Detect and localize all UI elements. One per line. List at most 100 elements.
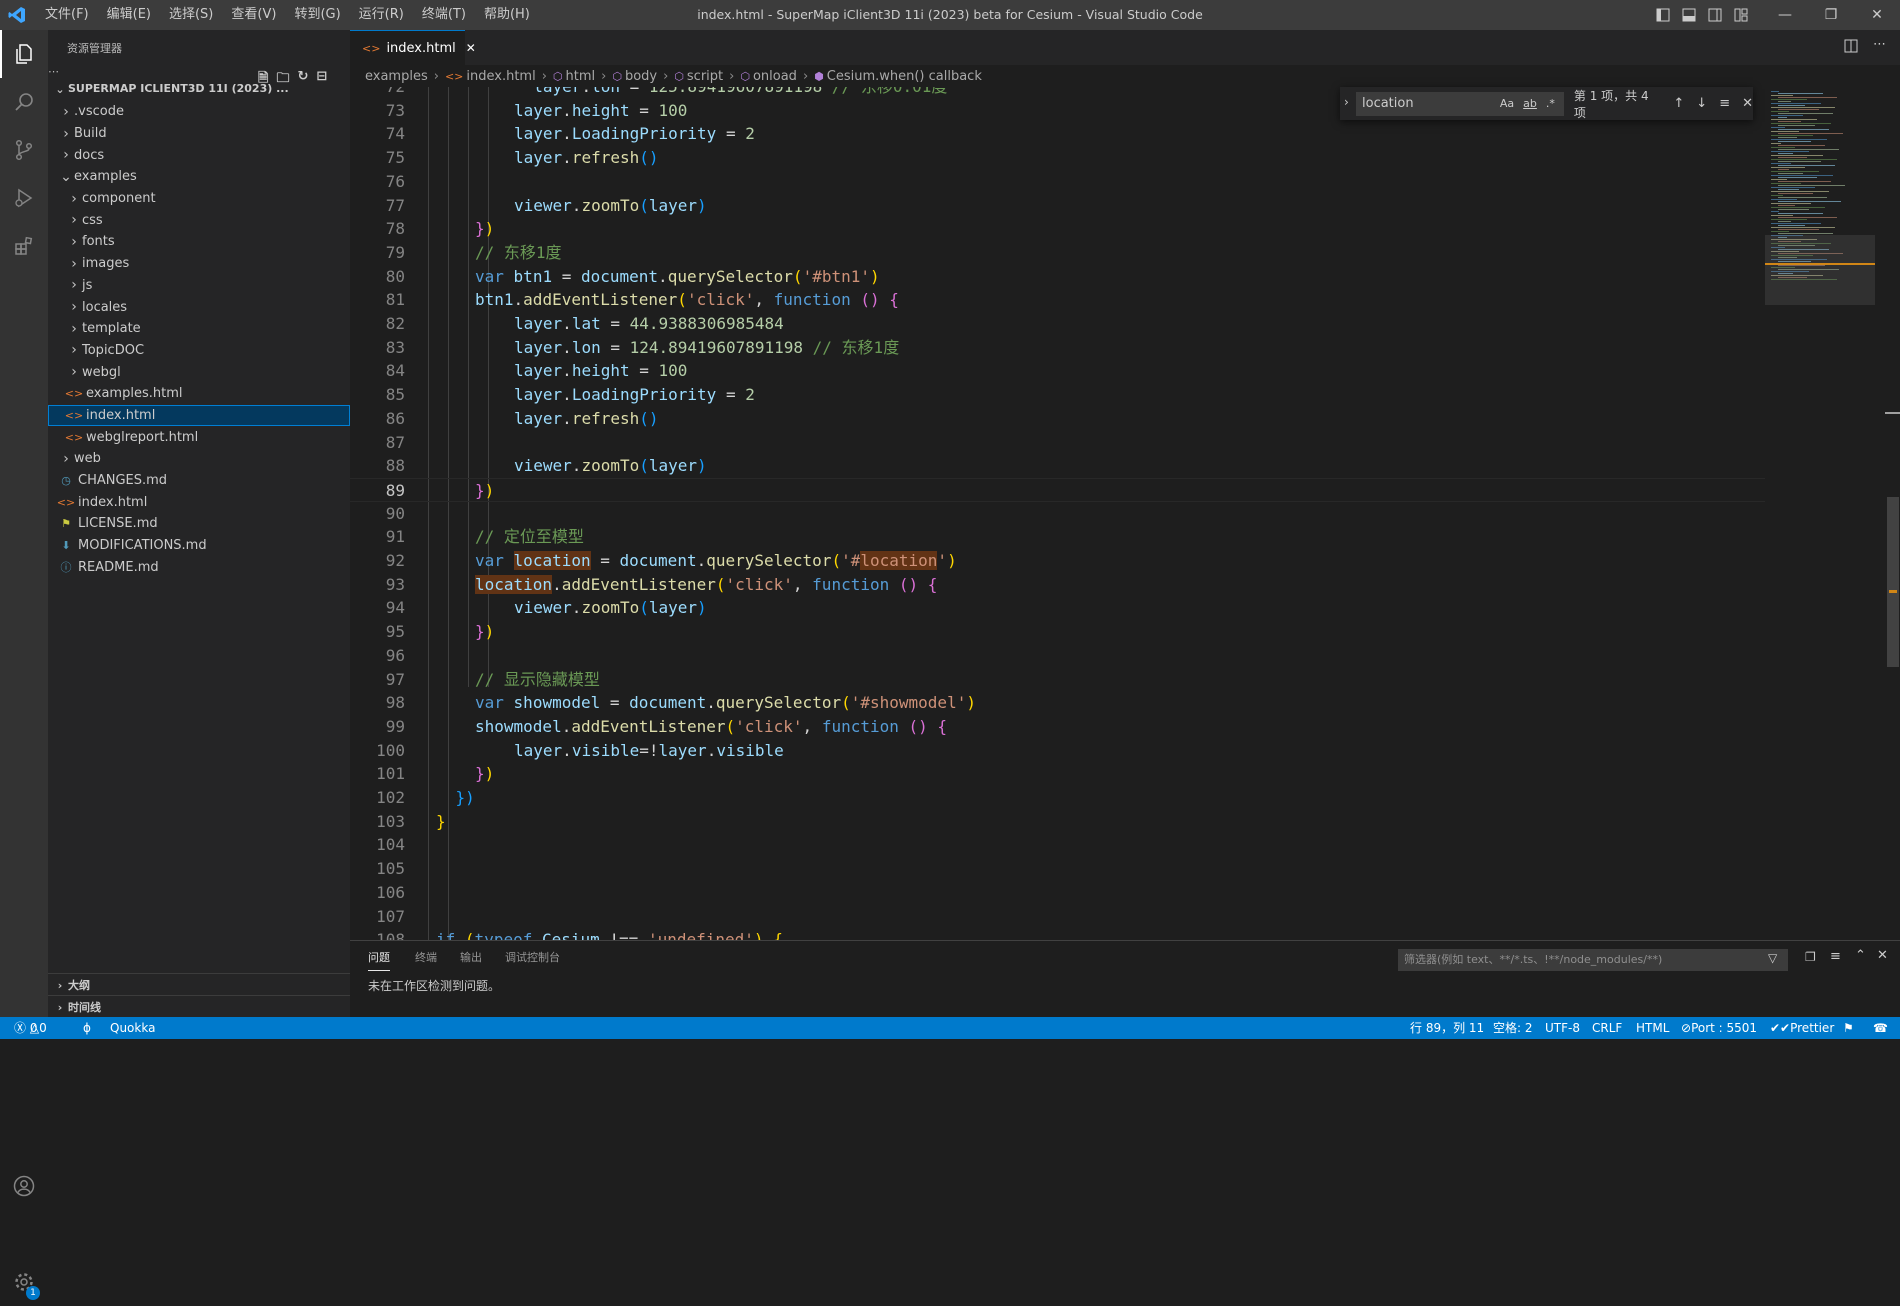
code-line[interactable]: 99 showmodel.addEventListener('click', fu… <box>350 715 1765 739</box>
collapse-all-icon[interactable]: ⊟ <box>316 69 327 91</box>
tree-folder[interactable]: › TopicDOC <box>48 340 350 362</box>
code-line[interactable]: 95}) <box>350 620 1765 644</box>
code-line[interactable]: 80 var btn1 = document.querySelector('#bt… <box>350 265 1765 289</box>
explorer-icon[interactable] <box>0 30 48 78</box>
run-debug-icon[interactable] <box>0 174 48 222</box>
minimap[interactable] <box>1765 87 1885 940</box>
tab-problems[interactable]: 问题 <box>368 949 390 971</box>
tree-folder[interactable]: › .vscode <box>48 101 350 123</box>
outline-section[interactable]: › 大纲 <box>48 973 350 996</box>
tree-file[interactable]: <> webglreport.html <box>48 426 350 448</box>
refresh-icon[interactable]: ↻ <box>297 69 308 91</box>
tree-folder[interactable]: ⌄ examples <box>48 166 350 188</box>
tree-folder[interactable]: › images <box>48 253 350 275</box>
line-ending[interactable]: CRLF <box>1592 1017 1622 1039</box>
code-line[interactable]: 87 <box>350 431 1765 455</box>
code-line[interactable]: 97 // 显示隐藏模型 <box>350 668 1765 692</box>
code-line[interactable]: 106 <box>350 881 1765 905</box>
toggle-replace-icon[interactable]: › <box>1344 95 1349 109</box>
code-line[interactable]: 81 btn1.addEventListener('click', functio… <box>350 288 1765 312</box>
tab-output[interactable]: 输出 <box>460 949 482 965</box>
find-input[interactable]: location Aa ab .* <box>1356 91 1564 116</box>
close-panel-icon[interactable]: ✕ <box>1877 948 1888 963</box>
code-line[interactable]: 101}) <box>350 762 1765 786</box>
code-line[interactable]: 74 layer.LoadingPriority = 2 <box>350 122 1765 146</box>
tree-folder[interactable]: › js <box>48 275 350 297</box>
next-match-icon[interactable]: ↓ <box>1696 96 1707 111</box>
code-line[interactable]: 85 layer.LoadingPriority = 2 <box>350 383 1765 407</box>
menu-item[interactable]: 转到(G) <box>285 0 349 30</box>
menu-item[interactable]: 帮助(H) <box>475 0 539 30</box>
code-line[interactable]: 78}) <box>350 217 1765 241</box>
minimize-icon[interactable]: — <box>1762 0 1808 30</box>
code-line[interactable]: 92 var location = document.querySelector(… <box>350 549 1765 573</box>
tab-debug-console[interactable]: 调试控制台 <box>505 949 560 965</box>
tree-folder[interactable]: › docs <box>48 144 350 166</box>
source-control-icon[interactable] <box>0 126 48 174</box>
problems-status[interactable]: Ⓧ 0 △ 0 <box>14 1017 47 1039</box>
tab-index-html[interactable]: <> index.html ✕ <box>350 30 476 65</box>
code-line[interactable]: 103} <box>350 810 1765 834</box>
language-mode[interactable]: HTML <box>1636 1017 1669 1039</box>
code-line[interactable]: 88 viewer.zoomTo(layer) <box>350 454 1765 478</box>
code-line[interactable]: 100 layer.visible=!layer.visible <box>350 739 1765 763</box>
scrollbar-thumb[interactable] <box>1887 497 1899 667</box>
code-line[interactable]: 82 layer.lat = 44.9388306985484 <box>350 312 1765 336</box>
tree-folder[interactable]: › web <box>48 448 350 470</box>
close-window-icon[interactable]: ✕ <box>1854 0 1900 30</box>
accounts-icon[interactable] <box>0 1162 48 1210</box>
menu-item[interactable]: 文件(F) <box>36 0 98 30</box>
code-line[interactable]: 108 if (typeof Cesium !== 'undefined') { <box>350 928 1765 940</box>
code-editor[interactable]: 72 layer.lon = 125.89419607891198 // 东移0… <box>350 87 1765 940</box>
panel-more-icon[interactable]: ≡ <box>1830 949 1841 964</box>
split-editor-icon[interactable] <box>1844 39 1858 57</box>
breadcrumb-item[interactable]: onload <box>753 69 797 84</box>
filter-icon[interactable]: ▽ <box>1768 951 1777 965</box>
encoding[interactable]: UTF-8 <box>1545 1017 1580 1039</box>
restore-icon[interactable]: ❐ <box>1808 0 1854 30</box>
notifications-bell-icon[interactable]: ☎ <box>1873 1017 1888 1039</box>
tree-file[interactable]: ⓘ README.md <box>48 556 350 578</box>
problems-filter-input[interactable]: 筛选器(例如 text、**/*.ts、!**/node_modules/**) <box>1398 949 1788 971</box>
code-line[interactable]: 98 var showmodel = document.querySelector… <box>350 691 1765 715</box>
tree-file[interactable]: ◷ CHANGES.md <box>48 470 350 492</box>
code-line[interactable]: 83 layer.lon = 124.89419607891198 // 东移1度 <box>350 336 1765 360</box>
code-line[interactable]: 77 viewer.zoomTo(layer) <box>350 194 1765 218</box>
code-line[interactable]: 75 layer.refresh() <box>350 146 1765 170</box>
workspace-root[interactable]: ⌄ SUPERMAP ICLIENT3D 11I (2023) ... 🗎 🗀 … <box>48 69 350 100</box>
indentation[interactable]: 空格: 2 <box>1493 1017 1533 1039</box>
tree-folder[interactable]: › template <box>48 318 350 340</box>
feedback-icon[interactable]: ⚑ <box>1843 1017 1854 1039</box>
breadcrumb-item[interactable]: script <box>687 69 723 84</box>
breadcrumb-item[interactable]: examples <box>365 69 428 84</box>
menu-item[interactable]: 编辑(E) <box>98 0 160 30</box>
match-case-toggle[interactable]: Aa <box>1500 97 1514 110</box>
code-line[interactable]: 104 <box>350 833 1765 857</box>
breadcrumb-item[interactable]: index.html <box>466 69 535 84</box>
quokka-status[interactable]: Quokka <box>110 1017 155 1039</box>
search-icon[interactable] <box>0 78 48 126</box>
code-line[interactable]: 89}) <box>350 477 1765 502</box>
previous-match-icon[interactable]: ↑ <box>1673 96 1684 111</box>
code-line[interactable]: 102}) <box>350 786 1765 810</box>
new-file-icon[interactable]: 🗎 <box>258 69 268 91</box>
regex-toggle[interactable]: .* <box>1546 97 1555 110</box>
toggle-panel-icon[interactable] <box>1676 0 1702 30</box>
menu-item[interactable]: 终端(T) <box>413 0 475 30</box>
tree-folder[interactable]: › component <box>48 188 350 210</box>
code-line[interactable]: 107 <box>350 905 1765 929</box>
tree-file[interactable]: <> index.html <box>48 404 350 427</box>
editor-more-icon[interactable]: ⋯ <box>1873 37 1886 52</box>
code-line[interactable]: 91 // 定位至模型 <box>350 525 1765 549</box>
code-line[interactable]: 86 layer.refresh() <box>350 407 1765 431</box>
tree-file[interactable]: ⚑ LICENSE.md <box>48 513 350 535</box>
breadcrumb-item[interactable]: html <box>566 69 596 84</box>
toggle-secondary-sidebar-icon[interactable] <box>1702 0 1728 30</box>
vertical-scrollbar[interactable] <box>1885 87 1900 940</box>
code-line[interactable]: 84 layer.height = 100 <box>350 359 1765 383</box>
code-line[interactable]: 76 <box>350 170 1765 194</box>
match-word-toggle[interactable]: ab <box>1523 97 1537 110</box>
menu-item[interactable]: 选择(S) <box>160 0 222 30</box>
tree-folder[interactable]: › fonts <box>48 231 350 253</box>
customize-layout-icon[interactable] <box>1728 0 1754 30</box>
